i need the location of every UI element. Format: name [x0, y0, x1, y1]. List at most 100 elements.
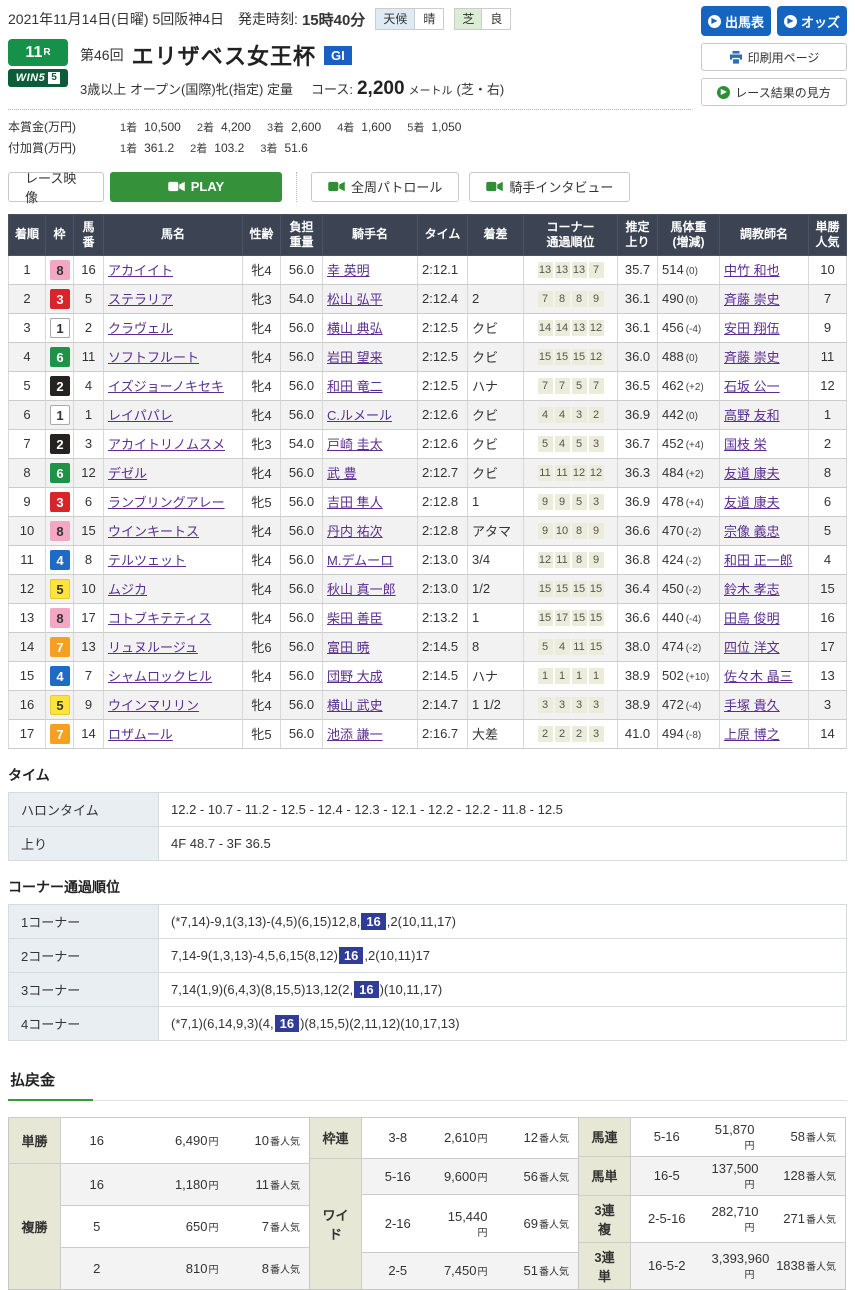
jockey-link[interactable]: 幸 英明 [327, 263, 370, 278]
trainer-link[interactable]: 宗像 義忠 [724, 524, 780, 539]
popularity-suffix: 番人気 [806, 1215, 836, 1226]
body-weight-diff: (0) [686, 353, 698, 364]
trainer-link[interactable]: 友道 康夫 [724, 495, 780, 510]
jockey-link[interactable]: 戸崎 圭太 [327, 437, 383, 452]
jockey-link[interactable]: 丹内 祐次 [327, 524, 383, 539]
horse-name-link[interactable]: ロザムール [108, 727, 173, 742]
horse-name-link[interactable]: シャムロックヒル [108, 669, 212, 684]
win-popularity: 15 [809, 574, 847, 603]
sex-age: 牝5 [243, 719, 281, 748]
trainer-link[interactable]: 手塚 貴久 [724, 698, 780, 713]
print-page-label: 印刷用ページ [748, 49, 820, 66]
jockey-link[interactable]: 団野 大成 [327, 669, 383, 684]
jockey-link[interactable]: 秋山 真一郎 [327, 582, 396, 597]
corner-row-label: 3コーナー [9, 972, 159, 1006]
trainer-link[interactable]: 国枝 栄 [724, 437, 767, 452]
jockey-link[interactable]: 武 豊 [327, 466, 357, 481]
jockey-link[interactable]: 和田 竜二 [327, 379, 383, 394]
payout-amount: 2,610円 [434, 1117, 497, 1158]
how-to-read-button[interactable]: ▶ レース結果の見方 [701, 78, 847, 106]
jockey-link[interactable]: 横山 武史 [327, 698, 383, 713]
trainer-cell: 上原 博之 [720, 719, 809, 748]
print-page-button[interactable]: 印刷用ページ [701, 43, 847, 71]
horse-name-link[interactable]: テルツェット [108, 553, 186, 568]
trainer-link[interactable]: 四位 洋文 [724, 640, 780, 655]
result-row: 1659ウインマリリン牝456.0横山 武史2:14.71 1/2333338.… [9, 690, 847, 719]
trainer-link[interactable]: 高野 友和 [724, 408, 780, 423]
horse-name-link[interactable]: リュヌルージュ [108, 640, 198, 655]
corner-position-number: 17 [555, 610, 570, 626]
horse-name-link[interactable]: ソフトフルート [108, 350, 199, 365]
course-unit: メートル [409, 82, 453, 98]
horse-name-link[interactable]: ムジカ [108, 582, 147, 597]
trainer-link[interactable]: 上原 博之 [724, 727, 780, 742]
corner-row-label: 1コーナー [9, 904, 159, 938]
horse-name-cell: ウインマリリン [104, 690, 243, 719]
trainer-link[interactable]: 田島 俊明 [724, 611, 780, 626]
corner-position-number: 7 [538, 378, 553, 394]
horse-name-link[interactable]: アカイイト [108, 263, 173, 278]
horse-name-link[interactable]: ランブリングアレー [108, 495, 225, 510]
trainer-link[interactable]: 斉藤 崇史 [724, 292, 780, 307]
payout-row: 単勝166,490円10番人気 [9, 1117, 310, 1164]
jockey-link[interactable]: 吉田 隼人 [327, 495, 383, 510]
jockey-link[interactable]: 岩田 望来 [327, 350, 383, 365]
trainer-link[interactable]: 斉藤 崇史 [724, 350, 780, 365]
entries-button[interactable]: ▶ 出馬表 [701, 6, 771, 36]
horse-name-link[interactable]: ステラリア [108, 292, 173, 307]
trainer-link[interactable]: 和田 正一郎 [724, 553, 793, 568]
horse-name-link[interactable]: ウインキートス [108, 524, 199, 539]
prize-line: 本賞金(万円)1着10,5002着4,2003着2,6004着1,6005着1,… [8, 117, 691, 138]
time-row: ハロンタイム12.2 - 10.7 - 11.2 - 12.5 - 12.4 -… [9, 792, 847, 826]
jockey-link[interactable]: 柴田 善臣 [327, 611, 383, 626]
jockey-link[interactable]: 富田 暁 [327, 640, 370, 655]
frame-cell: 4 [46, 661, 74, 690]
odds-button[interactable]: ▶ オッズ [777, 6, 847, 36]
last-3f-time: 36.4 [618, 574, 658, 603]
trainer-link[interactable]: 石坂 公一 [724, 379, 780, 394]
popularity-suffix: 番人気 [539, 1267, 569, 1278]
jockey-interview-button[interactable]: 騎手インタビュー [469, 172, 630, 202]
jockey-link[interactable]: 松山 弘平 [327, 292, 383, 307]
patrol-video-button[interactable]: 全周パトロール [311, 172, 459, 202]
play-button[interactable]: PLAY [110, 172, 282, 202]
jockey-cell: 松山 弘平 [323, 284, 418, 313]
horse-name-link[interactable]: ウインマリリン [108, 698, 199, 713]
jockey-link[interactable]: 横山 典弘 [327, 321, 383, 336]
body-weight-diff: (0) [686, 295, 698, 306]
horse-name-link[interactable]: デゼル [108, 466, 147, 481]
column-header: 着差 [468, 214, 524, 255]
horse-name-link[interactable]: クラヴェル [108, 321, 173, 336]
body-weight-diff: (-8) [686, 730, 702, 741]
race-video-button[interactable]: レース映像 [8, 172, 104, 202]
horse-name-link[interactable]: イズジョーノキセキ [108, 379, 224, 394]
trainer-link[interactable]: 安田 翔伍 [724, 321, 780, 336]
corner-position-number: 4 [538, 407, 553, 423]
jockey-link[interactable]: M.デムーロ [327, 553, 393, 568]
body-weight-diff: (+2) [686, 382, 704, 393]
trainer-link[interactable]: 佐々木 晶三 [724, 669, 793, 684]
win-popularity: 2 [809, 429, 847, 458]
body-weight: 442(0) [658, 400, 720, 429]
finish-time: 2:12.4 [418, 284, 468, 313]
winner-number-highlight: 16 [361, 913, 385, 930]
trainer-link[interactable]: 鈴木 孝志 [724, 582, 780, 597]
frame-number-badge: 6 [50, 463, 70, 483]
jockey-cell: 戸崎 圭太 [323, 429, 418, 458]
finish-time: 2:14.5 [418, 632, 468, 661]
horse-name-link[interactable]: レイパパレ [108, 408, 173, 423]
horse-name-link[interactable]: アカイトリノムスメ [108, 437, 225, 452]
frame-cell: 2 [46, 371, 74, 400]
jockey-link[interactable]: 池添 謙一 [327, 727, 383, 742]
jockey-link[interactable]: C.ルメール [327, 408, 392, 423]
payout-amount: 1,180円 [133, 1164, 228, 1206]
horse-name-link[interactable]: コトブキテティス [108, 611, 211, 626]
column-header: 推定 上り [618, 214, 658, 255]
trainer-link[interactable]: 友道 康夫 [724, 466, 780, 481]
frame-cell: 3 [46, 284, 74, 313]
horse-name-cell: ロザムール [104, 719, 243, 748]
trainer-link[interactable]: 中竹 和也 [724, 263, 780, 278]
race-number-badge: 11R [8, 39, 68, 66]
body-weight: 494(-8) [658, 719, 720, 748]
horse-number: 3 [74, 429, 104, 458]
